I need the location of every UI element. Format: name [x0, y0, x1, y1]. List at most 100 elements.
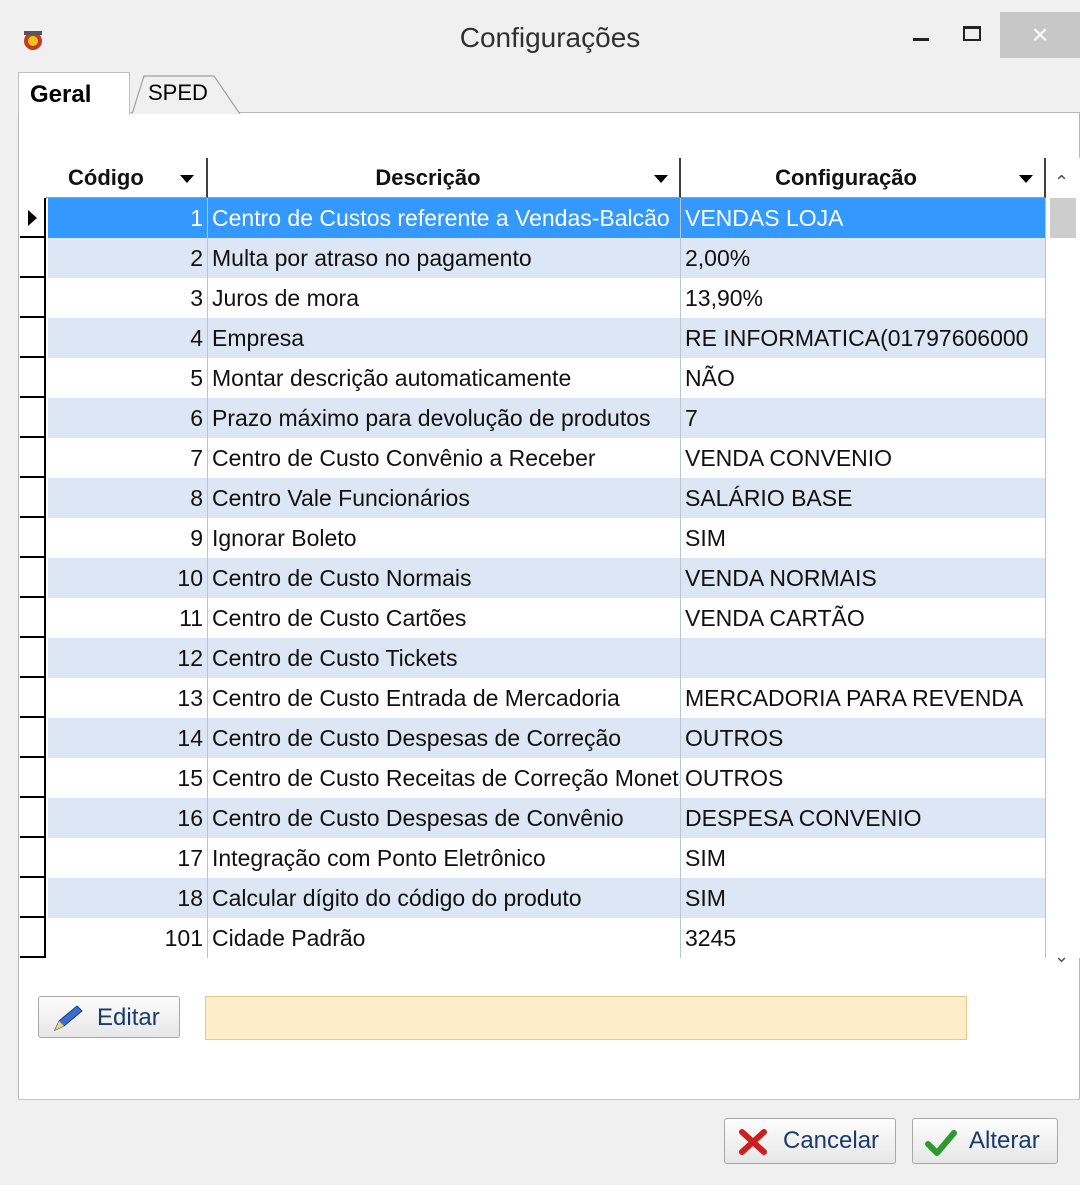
table-row[interactable]: 6 Prazo máximo para devolução de produtos… — [20, 398, 1046, 438]
table-row[interactable]: 8 Centro Vale Funcionários SALÁRIO BASE — [20, 478, 1046, 518]
row-indicator[interactable] — [20, 678, 46, 718]
minimize-button[interactable] — [905, 18, 935, 52]
table-row[interactable]: 14 Centro de Custo Despesas de Correção OU… — [20, 718, 1046, 758]
row-indicator[interactable] — [20, 638, 46, 678]
alter-button[interactable]: Alterar — [912, 1118, 1058, 1164]
cell-descricao[interactable]: Empresa — [208, 318, 681, 358]
row-indicator[interactable] — [20, 238, 46, 278]
cell-codigo[interactable]: 15 — [48, 758, 208, 798]
vertical-scrollbar[interactable]: ⌃ ⌄ — [1046, 158, 1080, 966]
cell-configuracao[interactable]: VENDAS LOJA — [681, 198, 1046, 238]
table-row[interactable]: 12 Centro de Custo Tickets — [20, 638, 1046, 678]
table-row[interactable]: 11 Centro de Custo Cartões VENDA CARTÃO — [20, 598, 1046, 638]
cell-descricao[interactable]: Juros de mora — [208, 278, 681, 318]
cell-configuracao[interactable]: RE INFORMATICA(01797606000 — [681, 318, 1046, 358]
row-indicator[interactable] — [20, 598, 46, 638]
cell-codigo[interactable]: 101 — [48, 918, 208, 958]
table-row[interactable]: 3 Juros de mora 13,90% — [20, 278, 1046, 318]
edit-value-field[interactable] — [205, 996, 967, 1040]
cell-configuracao[interactable]: VENDA CARTÃO — [681, 598, 1046, 638]
table-row[interactable]: 2 Multa por atraso no pagamento 2,00% — [20, 238, 1046, 278]
row-indicator[interactable] — [20, 918, 46, 958]
cell-configuracao[interactable]: VENDA NORMAIS — [681, 558, 1046, 598]
cell-descricao[interactable]: Ignorar Boleto — [208, 518, 681, 558]
cell-descricao[interactable]: Centro de Custos referente a Vendas-Balc… — [208, 198, 681, 238]
cell-configuracao[interactable]: VENDA CONVENIO — [681, 438, 1046, 478]
cell-configuracao[interactable]: NÃO — [681, 358, 1046, 398]
scroll-thumb[interactable] — [1050, 198, 1076, 238]
cell-codigo[interactable]: 2 — [48, 238, 208, 278]
cell-descricao[interactable]: Multa por atraso no pagamento — [208, 238, 681, 278]
table-row[interactable]: 17 Integração com Ponto Eletrônico SIM — [20, 838, 1046, 878]
col-header-codigo[interactable]: Código — [46, 158, 208, 198]
tab-geral[interactable]: Geral — [18, 72, 130, 115]
row-indicator[interactable] — [20, 358, 46, 398]
cell-codigo[interactable]: 3 — [48, 278, 208, 318]
row-indicator[interactable] — [20, 198, 46, 238]
cell-codigo[interactable]: 14 — [48, 718, 208, 758]
cell-configuracao[interactable]: SIM — [681, 878, 1046, 918]
scroll-down-icon[interactable]: ⌄ — [1054, 946, 1069, 967]
cell-configuracao[interactable]: OUTROS — [681, 758, 1046, 798]
cell-codigo[interactable]: 4 — [48, 318, 208, 358]
cell-codigo[interactable]: 10 — [48, 558, 208, 598]
cell-codigo[interactable]: 11 — [48, 598, 208, 638]
cell-descricao[interactable]: Centro de Custo Receitas de Correção Mon… — [208, 758, 681, 798]
cell-descricao[interactable]: Centro de Custo Normais — [208, 558, 681, 598]
sort-dropdown-icon[interactable] — [654, 175, 668, 183]
cell-configuracao[interactable]: DESPESA CONVENIO — [681, 798, 1046, 838]
cell-descricao[interactable]: Centro Vale Funcionários — [208, 478, 681, 518]
row-indicator[interactable] — [20, 758, 46, 798]
sort-dropdown-icon[interactable] — [180, 175, 194, 183]
row-indicator[interactable] — [20, 718, 46, 758]
table-row[interactable]: 18 Calcular dígito do código do produto SI… — [20, 878, 1046, 918]
edit-button[interactable]: Editar — [38, 996, 180, 1038]
col-header-descricao[interactable]: Descrição — [208, 158, 681, 198]
row-indicator[interactable] — [20, 558, 46, 598]
row-indicator[interactable] — [20, 838, 46, 878]
cell-configuracao[interactable]: 7 — [681, 398, 1046, 438]
sort-dropdown-icon[interactable] — [1019, 175, 1033, 183]
cell-codigo[interactable]: 18 — [48, 878, 208, 918]
row-indicator[interactable] — [20, 878, 46, 918]
cell-codigo[interactable]: 5 — [48, 358, 208, 398]
cell-descricao[interactable]: Montar descrição automaticamente — [208, 358, 681, 398]
cell-codigo[interactable]: 7 — [48, 438, 208, 478]
table-row[interactable]: 1 Centro de Custos referente a Vendas-Bal… — [20, 198, 1046, 238]
col-header-configuracao[interactable]: Configuração — [681, 158, 1046, 198]
cell-descricao[interactable]: Centro de Custo Entrada de Mercadoria — [208, 678, 681, 718]
cell-descricao[interactable]: Prazo máximo para devolução de produtos — [208, 398, 681, 438]
cell-codigo[interactable]: 12 — [48, 638, 208, 678]
table-row[interactable]: 7 Centro de Custo Convênio a Receber VENDA… — [20, 438, 1046, 478]
table-row[interactable]: 5 Montar descrição automaticamente NÃO — [20, 358, 1046, 398]
cell-descricao[interactable]: Centro de Custo Cartões — [208, 598, 681, 638]
cell-codigo[interactable]: 17 — [48, 838, 208, 878]
cell-descricao[interactable]: Integração com Ponto Eletrônico — [208, 838, 681, 878]
cell-codigo[interactable]: 1 — [48, 198, 208, 238]
row-indicator[interactable] — [20, 798, 46, 838]
tab-sped[interactable]: SPED — [128, 74, 244, 114]
table-row[interactable]: 101 Cidade Padrão 3245 — [20, 918, 1046, 958]
table-row[interactable]: 10 Centro de Custo Normais VENDA NORMAIS — [20, 558, 1046, 598]
cell-codigo[interactable]: 6 — [48, 398, 208, 438]
cell-codigo[interactable]: 9 — [48, 518, 208, 558]
cell-descricao[interactable]: Centro de Custo Despesas de Correção — [208, 718, 681, 758]
cell-descricao[interactable]: Cidade Padrão — [208, 918, 681, 958]
cell-configuracao[interactable]: SIM — [681, 838, 1046, 878]
cell-configuracao[interactable]: SIM — [681, 518, 1046, 558]
cell-codigo[interactable]: 16 — [48, 798, 208, 838]
cell-configuracao[interactable]: OUTROS — [681, 718, 1046, 758]
cancel-button[interactable]: Cancelar — [724, 1118, 896, 1164]
cell-descricao[interactable]: Centro de Custo Despesas de Convênio — [208, 798, 681, 838]
cell-descricao[interactable]: Calcular dígito do código do produto — [208, 878, 681, 918]
cell-configuracao[interactable]: 2,00% — [681, 238, 1046, 278]
table-row[interactable]: 16 Centro de Custo Despesas de Convênio DE… — [20, 798, 1046, 838]
row-indicator[interactable] — [20, 318, 46, 358]
row-indicator[interactable] — [20, 478, 46, 518]
cell-codigo[interactable]: 8 — [48, 478, 208, 518]
cell-codigo[interactable]: 13 — [48, 678, 208, 718]
table-row[interactable]: 4 Empresa RE INFORMATICA(01797606000 — [20, 318, 1046, 358]
maximize-button[interactable] — [955, 18, 989, 52]
cell-descricao[interactable]: Centro de Custo Tickets — [208, 638, 681, 678]
row-indicator[interactable] — [20, 438, 46, 478]
